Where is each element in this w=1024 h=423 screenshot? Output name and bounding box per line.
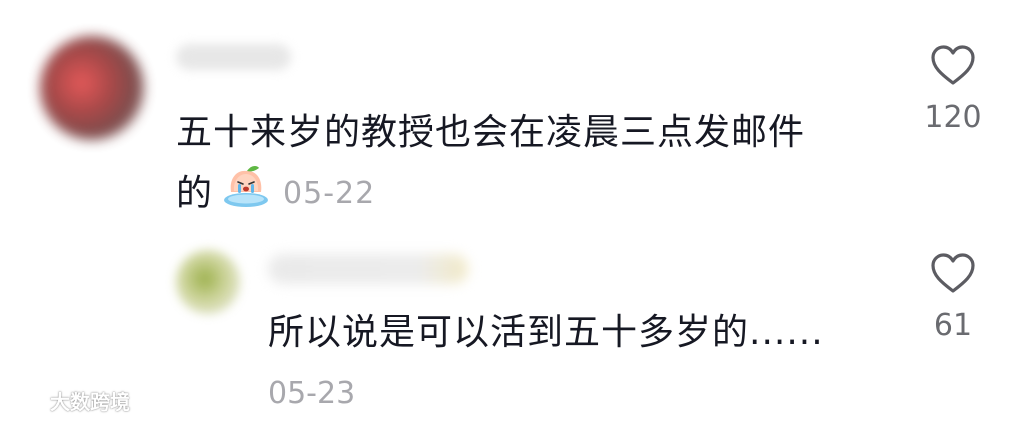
watermark-text: 大数跨境	[50, 390, 130, 414]
comment-text-line2: 的	[176, 173, 214, 214]
reply-date: 05-23	[268, 376, 356, 411]
watermark-logo-icon	[10, 391, 43, 409]
comment-like-button[interactable]: 120	[913, 44, 993, 135]
avatar[interactable]	[40, 36, 144, 140]
heart-outline-icon	[931, 45, 975, 85]
watermark: 大数跨境	[8, 386, 130, 415]
comment-date: 05-22	[283, 176, 376, 211]
username-blurred[interactable]	[176, 44, 291, 70]
comment-like-count: 120	[924, 100, 982, 135]
heart-outline-icon	[931, 253, 975, 293]
comment-body[interactable]: 五十来岁的教授也会在凌晨三点发邮件 的 05-22	[176, 104, 896, 226]
reply-like-count: 61	[933, 308, 973, 343]
reply-avatar[interactable]	[176, 250, 240, 314]
reply-body[interactable]: 所以说是可以活到五十多岁的......	[268, 308, 888, 358]
reply-username-blurred[interactable]	[268, 254, 468, 284]
comment-text-line2-row: 的 05-22	[176, 162, 896, 226]
comment-text-line1: 五十来岁的教授也会在凌晨三点发邮件	[176, 112, 806, 153]
reply-like-button[interactable]: 61	[913, 252, 993, 343]
crying-peach-emoji-icon	[221, 162, 271, 226]
comment-thread: 五十来岁的教授也会在凌晨三点发邮件 的 05-22 120 所以说是可以活到五十…	[0, 0, 1024, 423]
